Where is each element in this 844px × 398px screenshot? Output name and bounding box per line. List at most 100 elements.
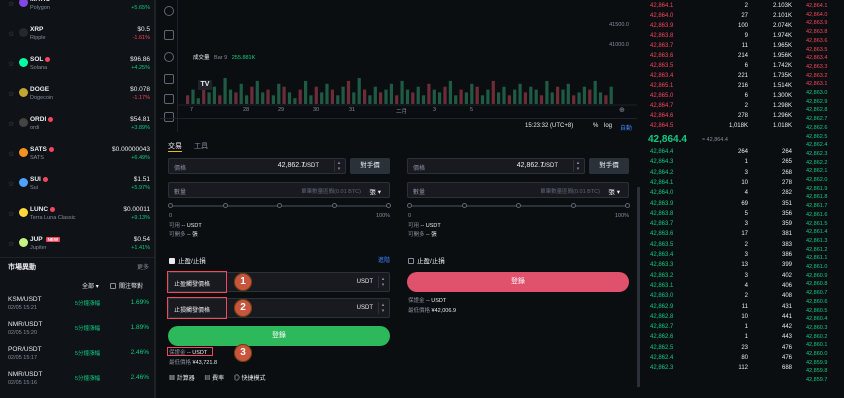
market-mover-row[interactable]: NMR/USDT 02/05 15:16 5分鐘漲幅 2.46% (0, 369, 155, 393)
favorite-star-icon[interactable]: ☆ (8, 60, 14, 68)
market-list-item[interactable]: ☆ SOL Solana $96.86 +4.25% (0, 54, 155, 84)
bid-row[interactable]: 42,863.8 5 356 (640, 210, 795, 220)
bid-row[interactable]: 42,864.3 1 265 (640, 158, 795, 168)
bid-row[interactable]: 42,863.4 3 386 (640, 251, 795, 261)
favorite-star-icon[interactable]: ☆ (8, 0, 14, 8)
log-scale-button[interactable]: log (604, 123, 612, 129)
ask-row[interactable]: 42,863.8 9 1.974K (640, 32, 795, 42)
ladder-bid-row[interactable]: 42,861.5 (800, 220, 844, 229)
bid-row[interactable]: 42,862.6 1 443 (640, 333, 795, 343)
ladder-bid-row[interactable]: 42,860.5 (800, 307, 844, 316)
buy-counter-price-button[interactable]: 對手價 (350, 158, 390, 174)
ladder-bid-row[interactable]: 42,860.3 (800, 324, 844, 333)
bid-row[interactable]: 42,863.9 69 351 (640, 200, 795, 210)
filter-favorites-checkbox[interactable]: 關注幣對 (110, 281, 143, 290)
ladder-bid-row[interactable]: 42,860.7 (800, 289, 844, 298)
favorite-star-icon[interactable]: ☆ (8, 180, 14, 188)
ladder-bid-row[interactable]: 42,859.9 (800, 359, 844, 368)
ask-row[interactable]: 42,863.6 214 1.956K (640, 52, 795, 62)
calculator-button[interactable]: ▦ 計算器 (169, 376, 195, 382)
ask-row[interactable]: 42,863.5 6 1.742K (640, 62, 795, 72)
ladder-bid-row[interactable]: 42,861.8 (800, 193, 844, 202)
ladder-ask-row[interactable]: 42,863.3 (800, 63, 844, 72)
bid-row[interactable]: 42,863.2 3 402 (640, 272, 795, 282)
sell-tp-sl-checkbox[interactable]: 止盈/止損 (408, 255, 445, 265)
favorite-star-icon[interactable]: ☆ (8, 30, 14, 38)
ladder-ask-row[interactable]: 42,863.9 (800, 19, 844, 28)
ladder-bid-row[interactable]: 42,859.7 (800, 376, 844, 385)
ladder-bid-row[interactable]: 42,860.9 (800, 272, 844, 281)
ladder-bid-row[interactable]: 42,861.0 (800, 263, 844, 272)
stop-loss-stepper[interactable]: ▴ ▾ (378, 302, 387, 314)
bid-row[interactable]: 42,864.4 264 264 (640, 148, 795, 158)
buy-price-field[interactable]: 價格 42,862.7 USDT ▴ ▾ (168, 158, 346, 174)
slider-mark-25[interactable] (461, 203, 467, 208)
take-profit-stepper[interactable]: ▴ ▾ (378, 276, 387, 288)
ladder-bid-row[interactable]: 42,861.1 (800, 254, 844, 263)
bid-row[interactable]: 42,862.9 11 431 (640, 303, 795, 313)
bid-row[interactable]: 42,863.1 4 406 (640, 282, 795, 292)
ladder-bid-row[interactable]: 42,862.8 (800, 106, 844, 115)
ladder-bid-row[interactable]: 42,862.1 (800, 167, 844, 176)
bid-row[interactable]: 42,862.3 112 688 (640, 364, 795, 374)
slider-mark-75[interactable] (331, 203, 337, 208)
ladder-ask-row[interactable]: 42,863.5 (800, 46, 844, 55)
ladder-ask-row[interactable]: 42,863.2 (800, 72, 844, 81)
market-mover-row[interactable]: NMR/USDT 02/05 15:20 5分鐘漲幅 1.89% (0, 319, 155, 343)
market-mover-row[interactable]: KSM/USDT 02/05 15:21 5分鐘漲幅 1.69% (0, 294, 155, 318)
market-list-item[interactable]: ☆ LUNC Terra Luna Classic $0.00011 +9.13% (0, 204, 155, 234)
market-list-item[interactable]: ☆ MATIC Polygon +5.65% (0, 0, 155, 24)
ask-row[interactable]: 42,863.4 221 1.735K (640, 72, 795, 82)
ladder-ask-row[interactable]: 42,864.0 (800, 11, 844, 20)
slider-mark-50[interactable] (516, 203, 521, 208)
left-scrollbar[interactable] (154, 0, 156, 398)
buy-submit-button[interactable]: 登錄 (168, 326, 390, 346)
market-list-item[interactable]: ☆ XRP Ripple $0.5 -1.61% (0, 24, 155, 54)
percent-scale-button[interactable]: % (593, 123, 598, 129)
ladder-bid-row[interactable]: 42,862.3 (800, 150, 844, 159)
settings-gear-icon[interactable]: ⊕ (619, 106, 625, 114)
bid-row[interactable]: 42,862.8 10 441 (640, 313, 795, 323)
bid-row[interactable]: 42,863.7 3 359 (640, 220, 795, 230)
market-list-item[interactable]: ☆ SATS SATS $0.00000043 +6.49% (0, 144, 155, 174)
ladder-bid-row[interactable]: 42,861.7 (800, 202, 844, 211)
ladder-bid-row[interactable]: 42,860.1 (800, 341, 844, 350)
ladder-bid-row[interactable]: 42,862.6 (800, 124, 844, 133)
ladder-bid-row[interactable]: 42,861.9 (800, 185, 844, 194)
bid-row[interactable]: 42,863.0 2 408 (640, 292, 795, 302)
slider-mark-0[interactable] (407, 203, 412, 208)
buy-quantity-unit[interactable]: 張 ▾ (369, 186, 381, 196)
favorite-star-icon[interactable]: ☆ (8, 120, 14, 128)
slider-mark-100[interactable] (625, 203, 630, 208)
auto-scale-button[interactable]: 自動 (620, 123, 632, 132)
market-mover-row[interactable]: POR/USDT 02/05 15:17 5分鐘漲幅 2.46% (0, 344, 155, 368)
buy-tp-sl-checkbox[interactable]: 止盈/止損 (169, 255, 206, 265)
ladder-bid-row[interactable]: 42,862.5 (800, 133, 844, 142)
ask-row[interactable]: 42,864.0 27 2.101K (640, 12, 795, 22)
ladder-bid-row[interactable]: 42,860.4 (800, 315, 844, 324)
quick-mode-button[interactable]: ◎ 快捷模式 (234, 376, 266, 382)
sell-quantity-field[interactable]: 數量 單筆數量區間(0.01 BTC) 張 ▾ (407, 182, 629, 198)
ladder-bid-row[interactable]: 42,860.6 (800, 298, 844, 307)
price-chart[interactable]: 41500.0 41000.0 成交量 Bar 9 255.881K TV 7 2… (160, 0, 637, 132)
ladder-bid-row[interactable]: 42,859.8 (800, 367, 844, 376)
ladder-bid-row[interactable]: 42,862.2 (800, 159, 844, 168)
slider-mark-50[interactable] (277, 203, 282, 208)
ladder-ask-row[interactable]: 42,863.4 (800, 54, 844, 63)
ladder-bid-row[interactable]: 42,861.4 (800, 228, 844, 237)
sell-counter-price-button[interactable]: 對手價 (589, 158, 629, 174)
ladder-bid-row[interactable]: 42,862.0 (800, 176, 844, 185)
buy-quantity-slider[interactable] (168, 200, 391, 214)
ladder-bid-row[interactable]: 42,862.9 (800, 98, 844, 107)
market-list-item[interactable]: ☆ ORDI ordi $54.81 +3.89% (0, 114, 155, 144)
ladder-ask-row[interactable]: 42,864.1 (800, 2, 844, 11)
buy-price-stepper[interactable]: ▴ ▾ (334, 160, 343, 172)
ladder-ask-row[interactable]: 42,863.8 (800, 28, 844, 37)
bid-row[interactable]: 42,862.5 23 476 (640, 344, 795, 354)
ladder-bid-row[interactable]: 42,862.7 (800, 115, 844, 124)
ask-row[interactable]: 42,864.7 2 1.298K (640, 102, 795, 112)
ask-row[interactable]: 42,864.1 2 2.103K (640, 2, 795, 12)
ladder-bid-row[interactable]: 42,861.2 (800, 246, 844, 255)
market-list-item[interactable]: ☆ DOGE Dogecoin $0.078 -1.17% (0, 84, 155, 114)
ask-row[interactable]: 42,865.0 6 1.300K (640, 92, 795, 102)
